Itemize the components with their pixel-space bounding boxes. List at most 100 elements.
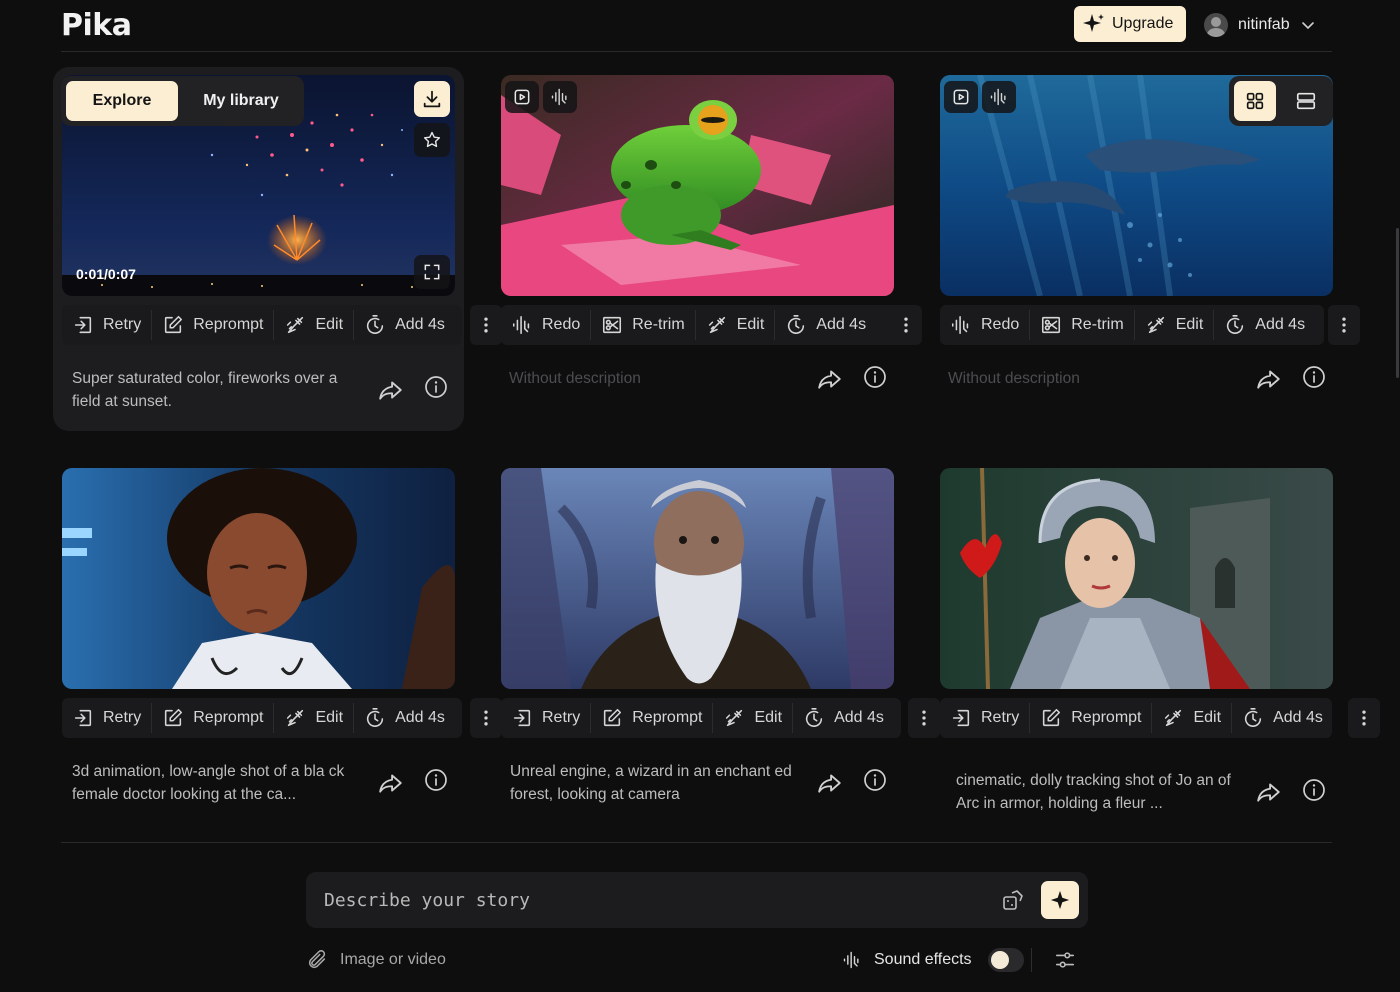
video-thumbnail[interactable] (501, 468, 894, 689)
action-row: Retry Reprompt Edit Add 4s (940, 698, 1400, 738)
share-icon[interactable] (378, 377, 404, 403)
list-view-icon (1295, 90, 1317, 112)
info-icon[interactable] (863, 768, 887, 792)
download-button[interactable] (414, 81, 450, 117)
edit-button[interactable]: Edit (273, 703, 353, 733)
retry-button[interactable]: Retry (501, 703, 590, 733)
retry-label: Retry (103, 316, 142, 333)
edit-label: Edit (1193, 709, 1222, 726)
sound-button[interactable] (543, 81, 577, 113)
favorite-button[interactable] (414, 123, 450, 157)
dice-icon[interactable] (1001, 888, 1025, 912)
grid-view-button[interactable] (1234, 81, 1276, 121)
avatar (1204, 13, 1228, 37)
more-options-button[interactable] (908, 698, 940, 738)
library-tabs: Explore My library (61, 76, 304, 126)
more-options-button[interactable] (470, 305, 502, 345)
add-time-icon (1224, 314, 1246, 336)
reprompt-icon (162, 707, 184, 729)
edit-button[interactable]: Edit (1133, 310, 1214, 340)
add-time-button[interactable]: Add 4s (1231, 703, 1333, 733)
share-icon[interactable] (1256, 366, 1282, 392)
upgrade-button[interactable]: Upgrade (1074, 6, 1186, 42)
retry-icon (72, 707, 94, 729)
edit-label: Edit (1175, 316, 1204, 333)
add-time-button[interactable]: Add 4s (792, 703, 894, 733)
video-thumbnail[interactable] (62, 468, 455, 689)
edit-icon (1162, 707, 1184, 729)
pika-logo[interactable]: Pika (61, 8, 132, 43)
sparkle-icon (1049, 889, 1071, 911)
tab-explore[interactable]: Explore (66, 81, 178, 121)
story-prompt-input[interactable] (324, 886, 964, 914)
retry-button[interactable]: Retry (62, 310, 151, 340)
add-time-button[interactable]: Add 4s (353, 703, 455, 733)
reprompt-button[interactable]: Reprompt (590, 703, 712, 733)
redo-button[interactable]: Redo (940, 310, 1029, 340)
username: nitinfab (1238, 16, 1290, 33)
attach-media-button[interactable]: Image or video (306, 946, 446, 974)
more-options-button[interactable] (1348, 698, 1380, 738)
edit-icon (284, 707, 306, 729)
settings-sliders-icon[interactable] (1054, 948, 1076, 972)
reprompt-button[interactable]: Reprompt (151, 310, 273, 340)
play-button[interactable] (944, 81, 978, 113)
redo-label: Redo (542, 316, 581, 333)
more-icon (896, 315, 916, 335)
edit-label: Edit (315, 316, 344, 333)
video-description: Unreal engine, a wizard in an enchant ed… (510, 763, 792, 803)
generate-button[interactable] (1041, 881, 1079, 919)
share-icon[interactable] (817, 366, 843, 392)
sound-button[interactable] (982, 81, 1016, 113)
share-icon[interactable] (378, 770, 404, 796)
retrim-button[interactable]: Re-trim (1029, 310, 1133, 340)
more-icon (476, 708, 496, 728)
edit-label: Edit (315, 709, 344, 726)
edit-icon (1145, 314, 1167, 336)
more-options-button[interactable] (470, 698, 502, 738)
retry-button[interactable]: Retry (940, 703, 1029, 733)
add-time-label: Add 4s (395, 316, 445, 333)
more-options-button[interactable] (1328, 305, 1360, 345)
edit-button[interactable]: Edit (712, 703, 792, 733)
info-icon[interactable] (1302, 365, 1326, 389)
video-thumbnail[interactable] (940, 468, 1333, 689)
retrim-button[interactable]: Re-trim (590, 310, 694, 340)
paperclip-icon (306, 949, 328, 971)
play-button[interactable] (505, 81, 539, 113)
sound-effects-toggle[interactable] (987, 948, 1024, 972)
divider (1031, 948, 1032, 972)
tab-my-library[interactable]: My library (183, 81, 299, 121)
user-menu[interactable]: nitinfab (1204, 12, 1316, 38)
redo-button[interactable]: Redo (501, 310, 590, 340)
info-icon[interactable] (424, 768, 448, 792)
info-icon[interactable] (424, 375, 448, 399)
edit-icon (284, 314, 306, 336)
share-icon[interactable] (1256, 779, 1282, 805)
info-icon[interactable] (863, 365, 887, 389)
add-time-button[interactable]: Add 4s (774, 310, 876, 340)
waveform-icon (550, 87, 570, 107)
more-options-button[interactable] (890, 305, 922, 345)
fullscreen-button[interactable] (414, 255, 450, 289)
header-divider (61, 51, 1332, 52)
add-time-button[interactable]: Add 4s (353, 310, 455, 340)
reprompt-button[interactable]: Reprompt (151, 703, 273, 733)
share-icon[interactable] (817, 770, 843, 796)
add-time-button[interactable]: Add 4s (1213, 310, 1315, 340)
add-time-icon (785, 314, 807, 336)
list-view-button[interactable] (1285, 81, 1327, 121)
edit-label: Edit (736, 316, 765, 333)
edit-button[interactable]: Edit (1151, 703, 1231, 733)
edit-button[interactable]: Edit (694, 310, 775, 340)
reprompt-label: Reprompt (193, 709, 264, 726)
info-icon[interactable] (1302, 778, 1326, 802)
reprompt-button[interactable]: Reprompt (1029, 703, 1151, 733)
waveform-icon (989, 87, 1009, 107)
retry-button[interactable]: Retry (62, 703, 151, 733)
scrollbar[interactable] (1396, 228, 1399, 378)
video-description: 3d animation, low-angle shot of a bla ck… (72, 763, 345, 803)
play-icon (512, 87, 532, 107)
video-timestamp: 0:01/0:07 (76, 266, 136, 282)
edit-button[interactable]: Edit (273, 310, 353, 340)
